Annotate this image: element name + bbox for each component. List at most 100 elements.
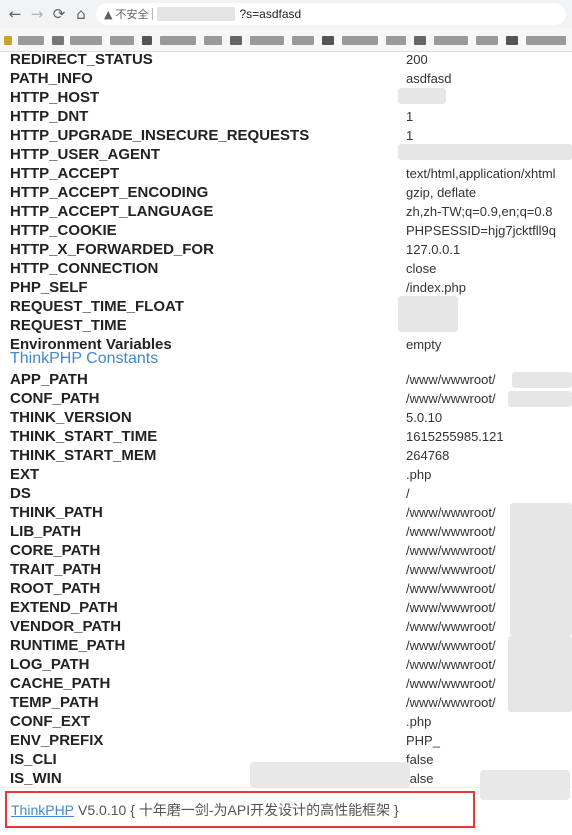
bookmark-item[interactable] — [386, 36, 406, 45]
framework-footer: ThinkPHP V5.0.10 { 十年磨一剑-为API开发设计的高性能框架 … — [5, 791, 475, 828]
table-row: THINK_VERSION 5.0.10 — [0, 408, 572, 427]
table-row: LOG_PATH/www/wwwroot/ — [0, 655, 572, 674]
bookmark-item[interactable] — [250, 36, 284, 45]
bookmark-item[interactable] — [204, 36, 222, 45]
bookmark-item[interactable] — [526, 36, 566, 45]
var-value: 1 — [406, 109, 414, 124]
var-name: DS — [10, 485, 31, 502]
bookmark-item[interactable] — [322, 36, 334, 45]
var-name: HTTP_DNT — [10, 108, 89, 125]
var-value: .php — [406, 467, 432, 482]
table-row: PHP_SELF/index.php — [0, 278, 572, 297]
redacted-value — [510, 503, 572, 636]
table-row: DS / — [0, 484, 572, 503]
table-row: REQUEST_TIME_FLOAT — [0, 297, 572, 316]
bookmark-item[interactable] — [160, 36, 196, 45]
reload-icon[interactable]: ⟳ — [48, 3, 70, 25]
var-value: /www/wwwroot/ — [406, 562, 496, 577]
address-bar[interactable]: ▲ 不安全 ?s=asdfasd — [96, 3, 566, 25]
var-name: PATH_INFO — [10, 70, 93, 87]
var-value: text/html,application/xhtml — [406, 166, 556, 181]
table-row: THINK_START_TIME 1615255985.121 — [0, 427, 572, 446]
var-value: 264768 — [406, 448, 450, 463]
section-heading: ThinkPHP Constants — [10, 350, 159, 367]
redacted-value — [512, 372, 572, 388]
framework-version: V5.0.10 — [78, 801, 127, 818]
table-row: EXT .php — [0, 465, 572, 484]
var-name: EXT — [10, 466, 40, 483]
table-row: HTTP_UPGRADE_INSECURE_REQUESTS 1 — [0, 126, 572, 145]
var-value: 5.0.10 — [406, 410, 443, 425]
table-row: APP_PATH/www/wwwroot/ — [0, 370, 572, 389]
table-row: THINK_START_MEM 264768 — [0, 446, 572, 465]
var-name: ENV_PREFIX — [10, 732, 104, 749]
table-row: HTTP_CONNECTION close — [0, 259, 572, 278]
insecure-label[interactable]: 不安全 — [115, 6, 148, 22]
var-value: false — [406, 771, 434, 785]
var-value: zh,zh-TW;q=0.9,en;q=0.8 — [406, 204, 553, 219]
table-row: LIB_PATH/www/wwwroot/ — [0, 522, 572, 541]
bookmark-item[interactable] — [476, 36, 498, 45]
var-name: HTTP_ACCEPT_LANGUAGE — [10, 203, 214, 220]
bookmark-icon[interactable] — [4, 36, 12, 45]
var-value: .php — [406, 714, 432, 729]
var-name: THINK_VERSION — [10, 409, 132, 426]
table-row: THINK_PATH/www/wwwroot/ — [0, 503, 572, 522]
back-arrow-icon[interactable]: ← — [4, 3, 26, 25]
var-name: CORE_PATH — [10, 542, 101, 559]
var-value: /www/wwwroot/ — [406, 505, 496, 520]
var-name: HTTP_ACCEPT_ENCODING — [10, 184, 209, 201]
var-name: APP_PATH — [10, 371, 88, 388]
var-name: LOG_PATH — [10, 656, 90, 673]
redacted-value — [398, 296, 458, 332]
var-value: /www/wwwroot/ — [406, 676, 496, 691]
table-row: HTTP_DNT 1 — [0, 107, 572, 126]
table-row: HTTP_ACCEPT_ENCODING gzip, deflate — [0, 183, 572, 202]
var-value: /www/wwwroot/ — [406, 581, 496, 596]
var-name: HTTP_COOKIE — [10, 222, 117, 239]
var-value: /www/wwwroot/ — [406, 600, 496, 615]
bookmark-item[interactable] — [110, 36, 134, 45]
bookmark-item[interactable] — [506, 36, 518, 45]
var-name: RUNTIME_PATH — [10, 637, 126, 654]
var-value: empty — [406, 337, 442, 352]
thinkphp-link[interactable]: ThinkPHP — [11, 802, 74, 818]
bookmark-item[interactable] — [342, 36, 378, 45]
var-value: PHP_ — [406, 733, 440, 748]
table-row: HTTP_ACCEPT_LANGUAGE zh,zh-TW;q=0.9,en;q=… — [0, 202, 572, 221]
warning-icon[interactable]: ▲ — [104, 8, 112, 21]
var-value: /www/wwwroot/ — [406, 543, 496, 558]
redacted-value — [398, 88, 446, 104]
var-name: HTTP_HOST — [10, 89, 100, 106]
bookmark-item[interactable] — [414, 36, 426, 45]
bookmark-item[interactable] — [18, 36, 44, 45]
bookmark-item[interactable] — [434, 36, 468, 45]
var-name: CONF_PATH — [10, 390, 100, 407]
var-name: HTTP_ACCEPT — [10, 165, 120, 182]
var-name: THINK_PATH — [10, 504, 103, 521]
var-value: /www/wwwroot/ — [406, 695, 496, 710]
var-value: gzip, deflate — [406, 185, 477, 200]
table-row: HTTP_HOST — [0, 88, 572, 107]
table-row: TRAIT_PATH/www/wwwroot/ — [0, 560, 572, 579]
var-name: IS_CLI — [10, 751, 57, 768]
var-name: HTTP_UPGRADE_INSECURE_REQUESTS — [10, 127, 310, 144]
var-name: REDIRECT_STATUS — [10, 52, 153, 68]
bookmark-item[interactable] — [52, 36, 64, 45]
redacted-overlay — [250, 762, 410, 788]
var-name: EXTEND_PATH — [10, 599, 118, 616]
home-icon[interactable]: ⌂ — [70, 3, 92, 25]
var-value: close — [406, 261, 437, 276]
table-row: CORE_PATH/www/wwwroot/ — [0, 541, 572, 560]
var-name: TRAIT_PATH — [10, 561, 102, 578]
exception-variables-panel: REDIRECT_STATUS 200 PATH_INFO asdfasd HTTP… — [0, 52, 572, 785]
table-row: CONF_PATH/www/wwwroot/ — [0, 389, 572, 408]
bookmark-item[interactable] — [142, 36, 152, 45]
bookmark-item[interactable] — [70, 36, 102, 45]
bookmark-item[interactable] — [230, 36, 242, 45]
forward-arrow-icon[interactable]: → — [26, 3, 48, 25]
var-name: TEMP_PATH — [10, 694, 99, 711]
var-value: 1 — [406, 128, 414, 143]
var-value: /www/wwwroot/ — [406, 638, 496, 653]
bookmark-item[interactable] — [292, 36, 314, 45]
